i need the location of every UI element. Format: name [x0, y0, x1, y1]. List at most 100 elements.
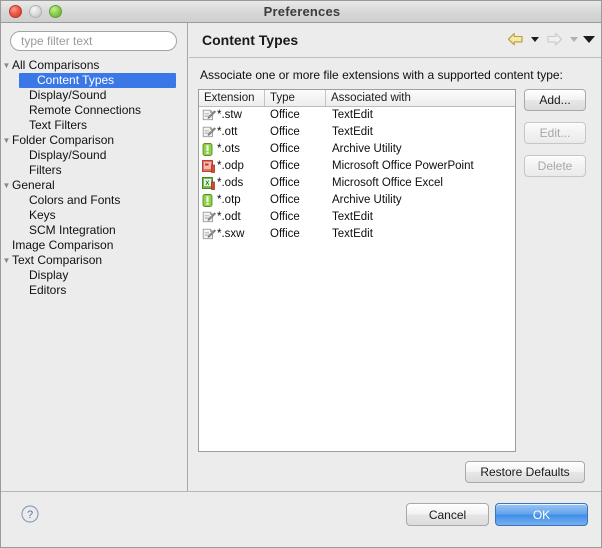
back-arrow-icon[interactable] — [504, 30, 526, 49]
sidebar-item-image-comparison[interactable]: Image Comparison — [1, 238, 187, 253]
sidebar-item-label: Colors and Fonts — [29, 193, 120, 208]
cell-extension: *.ott — [199, 124, 265, 141]
cell-type: Office — [265, 124, 326, 141]
cell-associated-with: Archive Utility — [326, 192, 515, 209]
back-dropdown-icon[interactable] — [528, 30, 541, 49]
disclosure-triangle-icon[interactable]: ▼ — [1, 253, 12, 268]
sidebar-item-label: General — [12, 178, 55, 193]
sidebar-item-label: Image Comparison — [12, 238, 113, 253]
column-header-associated[interactable]: Associated with — [326, 90, 515, 106]
ok-button[interactable]: OK — [495, 503, 588, 526]
sidebar-item-label: Editors — [29, 283, 66, 298]
content-header: Content Types — [189, 23, 602, 58]
sidebar-item-editors[interactable]: Editors — [1, 283, 187, 298]
textedit-document-icon — [202, 228, 215, 242]
cancel-button[interactable]: Cancel — [406, 503, 489, 526]
archive-utility-icon — [202, 143, 215, 157]
sidebar-item-label: Text Comparison — [12, 253, 102, 268]
sidebar-item-label: Content Types — [19, 73, 114, 88]
sidebar-item-colors-and-fonts[interactable]: Colors and Fonts — [1, 193, 187, 208]
sidebar-item-label: Keys — [29, 208, 56, 223]
textedit-document-icon — [202, 109, 215, 123]
sidebar-item-general[interactable]: ▼General — [1, 178, 187, 193]
cell-type: Office — [265, 107, 326, 124]
cell-associated-with: Microsoft Office Excel — [326, 175, 515, 192]
sidebar-item-label: SCM Integration — [29, 223, 116, 238]
sidebar-item-display[interactable]: Display — [1, 268, 187, 283]
table-row[interactable]: X*.odsOfficeMicrosoft Office Excel — [199, 175, 515, 192]
disclosure-triangle-icon[interactable]: ▼ — [1, 133, 12, 148]
dialog-footer: ? Cancel OK — [1, 491, 602, 548]
sidebar-item-display-sound[interactable]: Display/Sound — [1, 148, 187, 163]
content-description: Associate one or more file extensions wi… — [200, 68, 563, 82]
table-body: *.stwOfficeTextEdit*.ottOfficeTextEdit*.… — [199, 107, 515, 243]
delete-button[interactable]: Delete — [524, 155, 586, 177]
extension-label: *.ott — [217, 124, 237, 141]
table-row[interactable]: *.ott OfficeTextEdit — [199, 124, 515, 141]
sidebar-item-label: Display — [29, 268, 68, 283]
sidebar-item-text-filters[interactable]: Text Filters — [1, 118, 187, 133]
extension-label: *.ods — [217, 175, 243, 192]
table-row[interactable]: *.otsOfficeArchive Utility — [199, 141, 515, 158]
edit-button[interactable]: Edit... — [524, 122, 586, 144]
disclosure-triangle-icon[interactable]: ▼ — [1, 178, 12, 193]
forward-dropdown-icon — [567, 30, 580, 49]
content-types-table[interactable]: Extension Type Associated with *.stwOffi… — [198, 89, 516, 452]
cell-extension: *.ots — [199, 141, 265, 158]
sidebar-item-keys[interactable]: Keys — [1, 208, 187, 223]
window-titlebar: Preferences — [1, 1, 602, 23]
help-question-icon[interactable]: ? — [21, 505, 39, 523]
table-row[interactable]: *.sxw OfficeTextEdit — [199, 226, 515, 243]
cell-type: Office — [265, 158, 326, 175]
sidebar-item-display-sound[interactable]: Display/Sound — [1, 88, 187, 103]
extension-label: *.sxw — [217, 226, 244, 243]
extension-label: *.odt — [217, 209, 241, 226]
table-row[interactable]: *.otp OfficeArchive Utility — [199, 192, 515, 209]
sidebar-item-label: Text Filters — [29, 118, 87, 133]
cell-extension: *.sxw — [199, 226, 265, 243]
extension-label: *.odp — [217, 158, 244, 175]
cell-associated-with: TextEdit — [326, 124, 515, 141]
navigation-toolbar — [504, 30, 595, 49]
table-row[interactable]: *.odt OfficeTextEdit — [199, 209, 515, 226]
filter-input[interactable] — [10, 31, 177, 51]
column-header-extension[interactable]: Extension — [199, 90, 265, 106]
sidebar-item-text-comparison[interactable]: ▼Text Comparison — [1, 253, 187, 268]
column-header-type[interactable]: Type — [265, 90, 326, 106]
sidebar-item-filters[interactable]: Filters — [1, 163, 187, 178]
table-row[interactable]: *.odp OfficeMicrosoft Office PowerPoint — [199, 158, 515, 175]
sidebar-item-all-comparisons[interactable]: ▼All Comparisons — [1, 58, 187, 73]
preferences-sidebar: ▼All ComparisonsContent TypesDisplay/Sou… — [1, 23, 188, 491]
archive-utility-icon — [202, 194, 215, 208]
cell-extension: *.odp — [199, 158, 265, 175]
sidebar-item-remote-connections[interactable]: Remote Connections — [1, 103, 187, 118]
sidebar-item-content-types[interactable]: Content Types — [19, 73, 176, 88]
cell-extension: *.otp — [199, 192, 265, 209]
add-button[interactable]: Add... — [524, 89, 586, 111]
cell-associated-with: TextEdit — [326, 209, 515, 226]
table-row[interactable]: *.stwOfficeTextEdit — [199, 107, 515, 124]
table-header-row: Extension Type Associated with — [199, 90, 515, 107]
disclosure-triangle-icon[interactable]: ▼ — [1, 58, 12, 73]
cell-extension: X *.ods — [199, 175, 265, 192]
svg-text:?: ? — [27, 509, 33, 521]
preferences-tree: ▼All ComparisonsContent TypesDisplay/Sou… — [1, 58, 187, 488]
svg-text:X: X — [205, 180, 209, 186]
sidebar-item-label: Folder Comparison — [12, 133, 114, 148]
cell-type: Office — [265, 226, 326, 243]
sidebar-item-folder-comparison[interactable]: ▼Folder Comparison — [1, 133, 187, 148]
powerpoint-icon — [202, 160, 215, 174]
cell-type: Office — [265, 192, 326, 209]
restore-defaults-button[interactable]: Restore Defaults — [465, 461, 585, 483]
forward-arrow-icon — [543, 30, 565, 49]
cell-associated-with: TextEdit — [326, 226, 515, 243]
view-menu-icon[interactable] — [582, 30, 595, 49]
textedit-document-icon — [202, 126, 215, 140]
cell-associated-with: Microsoft Office PowerPoint — [326, 158, 515, 175]
sidebar-item-label: Remote Connections — [29, 103, 141, 118]
cell-type: Office — [265, 209, 326, 226]
sidebar-item-scm-integration[interactable]: SCM Integration — [1, 223, 187, 238]
cell-associated-with: TextEdit — [326, 107, 515, 124]
cell-associated-with: Archive Utility — [326, 141, 515, 158]
extension-label: *.otp — [217, 192, 241, 209]
